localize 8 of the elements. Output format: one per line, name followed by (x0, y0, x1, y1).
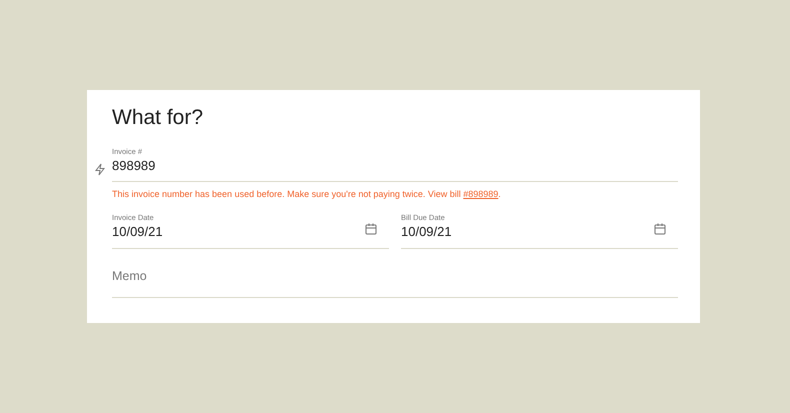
date-input[interactable]: 10/09/21 (112, 223, 389, 241)
calendar-icon (654, 223, 666, 235)
invoice-number-input[interactable]: 898989 (112, 157, 678, 175)
date-input[interactable]: 10/09/21 (401, 223, 678, 241)
duplicate-warning: This invoice number has been used before. Make sure you're not paying twice. View bill #898989. (112, 188, 502, 200)
form-title: What for? (112, 105, 204, 131)
lightning-icon (94, 163, 106, 176)
calendar-icon (365, 223, 377, 235)
